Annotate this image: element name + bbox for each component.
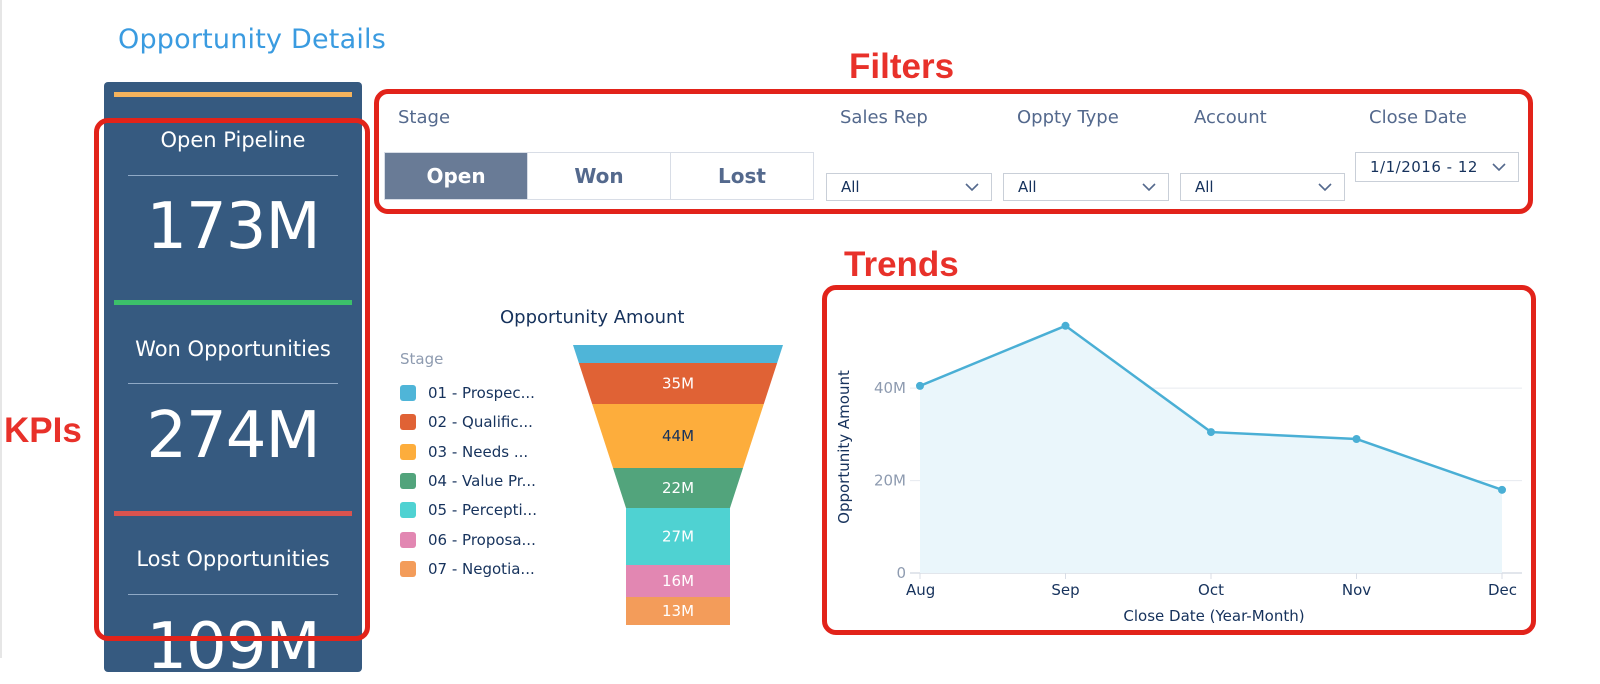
oppty-type-filter-label: Oppty Type: [1017, 107, 1119, 128]
kpi-divider: [128, 383, 338, 384]
trend-area-chart: 0 20M 40M Aug Sep Oct Nov Dec Close Date (Year-M…: [835, 321, 1522, 625]
legend-item[interactable]: 06 - Proposa...: [400, 530, 536, 550]
account-filter-label: Account: [1194, 107, 1267, 128]
kpi-label-won-opportunities: Won Opportunities: [135, 337, 331, 361]
legend-swatch: [400, 502, 416, 519]
funnel-segment-label: 22M: [662, 479, 694, 497]
legend-item[interactable]: 03 - Needs ...: [400, 442, 528, 462]
kpi-accent-bar-open: [114, 92, 352, 97]
oppty-type-select-value: All: [1018, 178, 1037, 196]
legend-item[interactable]: 04 - Value Pr...: [400, 471, 536, 491]
legend-label: 02 - Qualific...: [428, 413, 533, 432]
kpi-label-open-pipeline: Open Pipeline: [160, 128, 306, 152]
y-tick-label: 0: [896, 564, 906, 582]
stage-lost-button[interactable]: Lost: [671, 153, 813, 199]
close-date-select[interactable]: 1/1/2016 - 12: [1355, 152, 1519, 182]
stage-toggle-group: Open Won Lost: [384, 152, 814, 200]
legend-label: 03 - Needs ...: [428, 442, 529, 461]
legend-label: 07 - Negotia...: [428, 559, 535, 578]
funnel-legend-title: Stage: [400, 350, 444, 368]
x-tick-label: Oct: [1198, 581, 1224, 599]
page-title: Opportunity Details: [118, 24, 387, 55]
annotation-filters-label: Filters: [849, 47, 955, 86]
kpi-accent-bar-won: [114, 300, 352, 305]
legend-item[interactable]: 05 - Percepti...: [400, 500, 537, 520]
legend-swatch: [400, 531, 416, 548]
data-point[interactable]: [1061, 321, 1070, 330]
funnel-segment-label: 16M: [662, 572, 694, 590]
legend-swatch: [400, 385, 416, 401]
annotation-trends-label: Trends: [844, 245, 959, 284]
kpi-panel: Open Pipeline 173M Won Opportunities 274…: [104, 82, 362, 684]
kpi-divider: [128, 594, 338, 595]
data-point[interactable]: [1352, 435, 1361, 443]
y-tick-label: 20M: [874, 472, 906, 490]
kpi-value-lost-opportunities: 109M: [146, 610, 320, 684]
legend-item[interactable]: 01 - Prospec...: [400, 383, 535, 403]
funnel-segment[interactable]: [573, 345, 783, 363]
funnel-chart-title: Opportunity Amount: [500, 307, 685, 328]
chevron-down-icon: [965, 183, 979, 192]
stage-won-button[interactable]: Won: [528, 153, 671, 199]
sales-rep-filter-label: Sales Rep: [840, 107, 928, 128]
y-axis-title: Opportunity Amount: [835, 370, 853, 524]
legend-swatch: [400, 472, 416, 489]
legend-swatch: [400, 560, 416, 577]
x-tick-label: Dec: [1488, 581, 1517, 599]
data-point[interactable]: [1207, 428, 1215, 437]
legend-label: 05 - Percepti...: [428, 501, 537, 520]
funnel-segment-label: 44M: [662, 427, 694, 445]
legend-item[interactable]: 07 - Negotia...: [400, 559, 535, 579]
kpi-value-open-pipeline: 173M: [146, 190, 320, 264]
account-select[interactable]: All: [1180, 173, 1345, 201]
chevron-down-icon: [1318, 183, 1332, 192]
legend-label: 06 - Proposa...: [428, 530, 536, 549]
funnel-segment-label: 13M: [662, 602, 694, 620]
chevron-down-icon: [1142, 183, 1156, 192]
funnel-chart: 35M 44M 22M 27M 16M 13M: [573, 345, 783, 625]
sales-rep-select[interactable]: All: [826, 173, 992, 201]
funnel-segment-label: 27M: [662, 528, 694, 546]
kpi-label-lost-opportunities: Lost Opportunities: [136, 547, 330, 571]
x-tick-label: Aug: [906, 581, 935, 599]
oppty-type-select[interactable]: All: [1003, 173, 1169, 201]
stage-open-button[interactable]: Open: [385, 153, 528, 199]
annotation-kpis-label: KPIs: [4, 411, 82, 450]
funnel-segment-label: 35M: [662, 375, 694, 393]
y-tick-label: 40M: [874, 379, 906, 397]
x-axis-title: Close Date (Year-Month): [1123, 607, 1304, 625]
data-point[interactable]: [916, 381, 924, 390]
legend-label: 01 - Prospec...: [428, 384, 535, 402]
data-point[interactable]: [1498, 485, 1506, 494]
legend-item[interactable]: 02 - Qualific...: [400, 412, 533, 432]
kpi-value-won-opportunities: 274M: [146, 399, 320, 473]
legend-label: 04 - Value Pr...: [428, 471, 536, 490]
close-date-select-value: 1/1/2016 - 12: [1370, 158, 1478, 176]
x-tick-label: Nov: [1342, 581, 1371, 599]
legend-swatch: [400, 414, 416, 431]
stage-filter-label: Stage: [398, 107, 451, 128]
kpi-divider: [128, 175, 338, 176]
area-fill: [920, 325, 1502, 573]
kpi-accent-bar-lost: [114, 511, 352, 516]
account-select-value: All: [1195, 178, 1214, 196]
close-date-filter-label: Close Date: [1369, 107, 1467, 128]
sales-rep-select-value: All: [841, 178, 860, 196]
chevron-down-icon: [1492, 163, 1506, 172]
x-tick-label: Sep: [1051, 581, 1079, 599]
legend-swatch: [400, 443, 416, 460]
